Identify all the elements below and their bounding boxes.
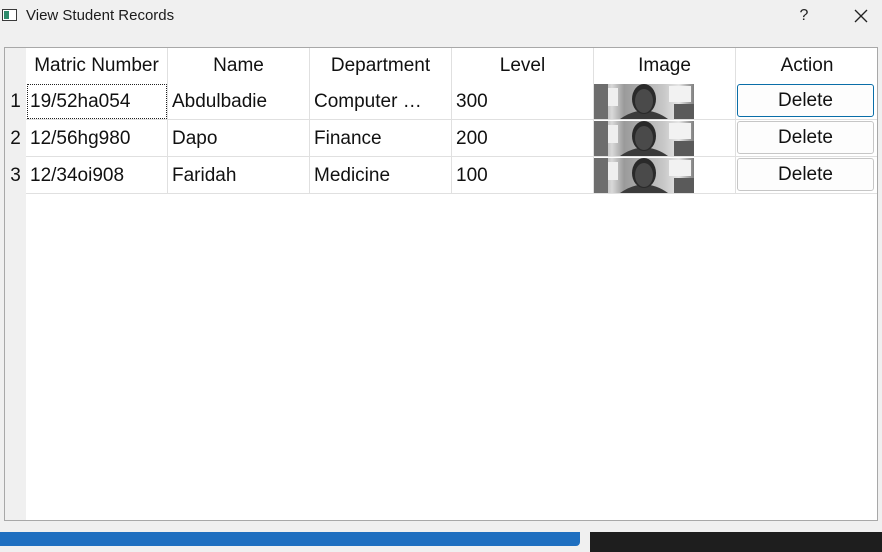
level-cell[interactable]: 200 bbox=[452, 120, 594, 157]
student-records-table[interactable]: Matric Number Name Department Level Imag… bbox=[4, 47, 878, 521]
column-header-department[interactable]: Department bbox=[310, 48, 452, 83]
student-photo-thumbnail bbox=[594, 158, 694, 193]
taskbar-dark-area bbox=[590, 532, 882, 552]
image-cell[interactable] bbox=[594, 120, 736, 157]
table-row: 1 19/52ha054 Abdulbadie Computer … 300 D… bbox=[5, 83, 877, 120]
close-icon bbox=[854, 9, 868, 23]
matric-number-cell[interactable]: 12/56hg980 bbox=[26, 120, 168, 157]
table-row: 3 12/34oi908 Faridah Medicine 100 Delete bbox=[5, 157, 877, 194]
column-header-image[interactable]: Image bbox=[594, 48, 736, 83]
table-row: 2 12/56hg980 Dapo Finance 200 Delete bbox=[5, 120, 877, 157]
window-title: View Student Records bbox=[26, 7, 175, 24]
row-number[interactable]: 3 bbox=[5, 157, 26, 194]
level-cell[interactable]: 100 bbox=[452, 157, 594, 194]
delete-button[interactable]: Delete bbox=[737, 158, 874, 191]
column-header-name[interactable]: Name bbox=[168, 48, 310, 83]
row-number[interactable]: 1 bbox=[5, 83, 26, 120]
title-bar: View Student Records ? bbox=[0, 0, 882, 32]
column-header-level[interactable]: Level bbox=[452, 48, 594, 83]
table-corner[interactable] bbox=[5, 48, 26, 83]
row-number[interactable]: 2 bbox=[5, 120, 26, 157]
close-button[interactable] bbox=[848, 3, 874, 29]
column-header-action[interactable]: Action bbox=[736, 48, 877, 83]
name-cell[interactable]: Abdulbadie bbox=[168, 83, 310, 120]
column-header-matric-number[interactable]: Matric Number bbox=[26, 48, 168, 83]
name-cell[interactable]: Faridah bbox=[168, 157, 310, 194]
app-window-icon bbox=[2, 9, 17, 21]
department-cell[interactable]: Finance bbox=[310, 120, 452, 157]
action-cell: Delete bbox=[736, 120, 877, 157]
action-cell: Delete bbox=[736, 157, 877, 194]
department-cell[interactable]: Medicine bbox=[310, 157, 452, 194]
student-photo-thumbnail bbox=[594, 121, 694, 156]
student-photo-thumbnail bbox=[594, 84, 694, 119]
department-cell[interactable]: Computer … bbox=[310, 83, 452, 120]
name-cell[interactable]: Dapo bbox=[168, 120, 310, 157]
image-cell[interactable] bbox=[594, 157, 736, 194]
help-button[interactable]: ? bbox=[793, 3, 815, 29]
matric-number-cell[interactable]: 19/52ha054 bbox=[26, 83, 168, 120]
delete-button[interactable]: Delete bbox=[737, 121, 874, 154]
level-cell[interactable]: 300 bbox=[452, 83, 594, 120]
action-cell: Delete bbox=[736, 83, 877, 120]
delete-button[interactable]: Delete bbox=[737, 84, 874, 117]
image-cell[interactable] bbox=[594, 83, 736, 120]
column-headers: Matric Number Name Department Level Imag… bbox=[26, 48, 877, 83]
matric-number-cell[interactable]: 12/34oi908 bbox=[26, 157, 168, 194]
taskbar-accent-bar bbox=[0, 532, 580, 546]
